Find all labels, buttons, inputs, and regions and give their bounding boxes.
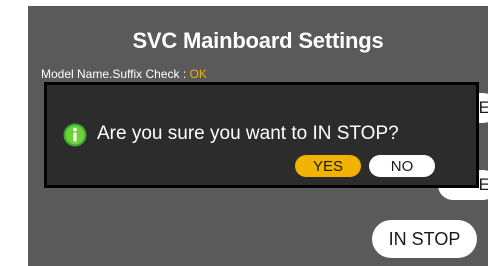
confirm-dialog: Are you sure you want to IN STOP? YES NO bbox=[44, 82, 479, 188]
in-stop-button-label: IN STOP bbox=[388, 228, 461, 249]
info-icon bbox=[63, 123, 87, 147]
page-title: SVC Mainboard Settings bbox=[132, 28, 384, 53]
service-screen: SVC Mainboard Settings Model Name.Suffix… bbox=[28, 6, 488, 266]
no-button[interactable]: NO bbox=[369, 155, 435, 177]
model-check-label: Model Name.Suffix Check : bbox=[41, 67, 190, 81]
model-suffix-check-row: Model Name.Suffix Check : OK bbox=[41, 67, 207, 81]
no-button-label: NO bbox=[390, 157, 414, 175]
model-check-status: OK bbox=[189, 67, 207, 81]
side-action-button-2-label: E bbox=[478, 175, 488, 194]
dialog-message: Are you sure you want to IN STOP? bbox=[97, 123, 399, 144]
in-stop-button[interactable]: IN STOP bbox=[372, 220, 477, 258]
yes-button-label: YES bbox=[312, 157, 343, 175]
side-action-button-1-label: E bbox=[478, 98, 488, 117]
yes-button[interactable]: YES bbox=[295, 155, 361, 177]
